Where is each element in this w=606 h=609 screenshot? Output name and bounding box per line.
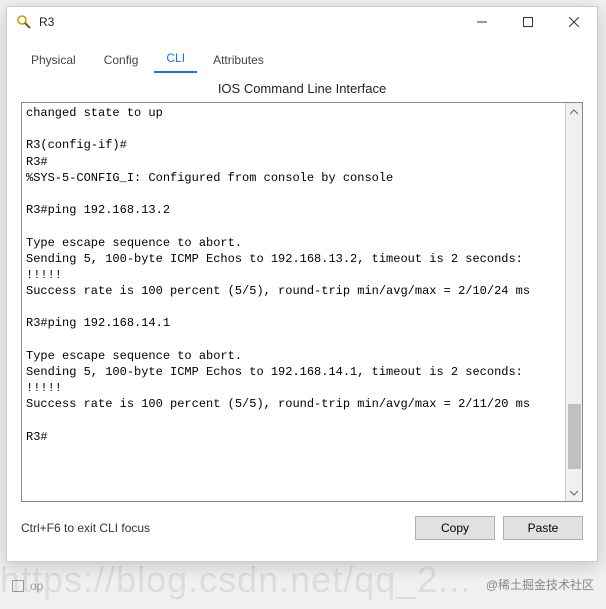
tab-bar: Physical Config CLI Attributes xyxy=(7,37,597,73)
scroll-track[interactable] xyxy=(566,120,582,484)
minimize-button[interactable] xyxy=(459,7,505,37)
maximize-button[interactable] xyxy=(505,7,551,37)
close-button[interactable] xyxy=(551,7,597,37)
terminal-container: changed state to up R3(config-if)# R3# %… xyxy=(21,102,583,502)
hint-text: Ctrl+F6 to exit CLI focus xyxy=(21,521,407,535)
tab-physical[interactable]: Physical xyxy=(19,47,88,73)
cli-terminal[interactable]: changed state to up R3(config-if)# R3# %… xyxy=(22,103,582,501)
watermark-checkbox: op xyxy=(12,579,43,593)
scroll-thumb[interactable] xyxy=(568,404,581,470)
section-title: IOS Command Line Interface xyxy=(7,73,597,102)
copy-button[interactable]: Copy xyxy=(415,516,495,540)
title-bar: R3 xyxy=(7,7,597,37)
tab-config[interactable]: Config xyxy=(92,47,151,73)
scroll-down-icon[interactable] xyxy=(566,484,582,501)
watermark-text: @稀土掘金技术社区 xyxy=(486,576,594,593)
tab-cli[interactable]: CLI xyxy=(154,45,197,73)
footer-bar: Ctrl+F6 to exit CLI focus Copy Paste xyxy=(7,502,597,554)
window-title: R3 xyxy=(39,15,459,29)
tab-attributes[interactable]: Attributes xyxy=(201,47,276,73)
window-controls xyxy=(459,7,597,37)
scrollbar[interactable] xyxy=(565,103,582,501)
checkbox-icon xyxy=(12,580,24,592)
app-window: R3 Physical Config CLI Attributes IOS Co… xyxy=(6,6,598,562)
app-icon xyxy=(15,13,33,31)
watermark-check-label: op xyxy=(30,579,43,593)
paste-button[interactable]: Paste xyxy=(503,516,583,540)
scroll-up-icon[interactable] xyxy=(566,103,582,120)
